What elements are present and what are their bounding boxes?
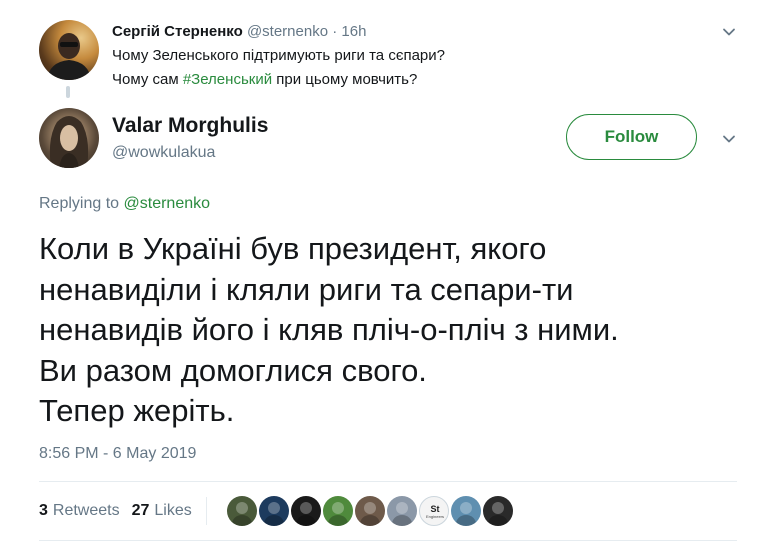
liker-avatar[interactable] — [227, 496, 257, 526]
retweets-stat[interactable]: 3 Retweets — [39, 502, 120, 520]
parent-time[interactable]: 16h — [341, 23, 366, 40]
parent-avatar[interactable] — [39, 20, 99, 80]
parent-separator: · — [332, 23, 338, 40]
replying-to: Replying to @sternenko — [39, 193, 210, 215]
liker-avatar[interactable] — [355, 496, 385, 526]
parent-text-line: Чому Зеленського підтримують риги та сєп… — [112, 47, 445, 64]
retweets-count: 3 — [39, 502, 48, 519]
parent-display-name[interactable]: Сергій Стерненко — [112, 23, 243, 40]
tweet-text-line: ненавидів його і кляв пліч-о-пліч з ними… — [39, 312, 619, 347]
tweet-more-chevron-icon[interactable] — [722, 132, 736, 146]
liker-avatar-photo — [487, 502, 509, 526]
author-avatar[interactable] — [39, 108, 99, 168]
divider — [39, 540, 737, 541]
divider — [39, 481, 737, 482]
follow-button[interactable]: Follow — [566, 114, 697, 160]
author-handle[interactable]: @wowkulakua — [112, 143, 215, 163]
tweet-text-line: Коли в Україні був президент, якого — [39, 231, 547, 266]
author-display-name[interactable]: Valar Morghulis — [112, 112, 268, 140]
liker-avatar-photo — [231, 502, 253, 526]
replying-prefix: Replying to — [39, 195, 124, 212]
liker-avatar-photo — [295, 502, 317, 526]
author-avatar-photo — [49, 116, 89, 168]
liker-avatar-photo — [327, 502, 349, 526]
likes-stat[interactable]: 27 Likes — [132, 502, 192, 520]
likes-count: 27 — [131, 502, 150, 519]
stats-divider — [205, 497, 207, 525]
liker-logo: St Engineers — [420, 497, 448, 525]
parent-avatar-photo — [47, 33, 91, 80]
liker-avatar[interactable] — [291, 496, 321, 526]
tweet-text-line: Тепер жеріть. — [39, 393, 235, 428]
parent-tweet-text: Чому Зеленського підтримують риги та сєп… — [112, 44, 672, 92]
liker-avatar[interactable] — [259, 496, 289, 526]
tweet-stats: 3 Retweets 27 Likes — [39, 497, 221, 525]
tweet-text: Коли в Україні був президент, якого нена… — [39, 229, 729, 432]
liker-avatar[interactable] — [387, 496, 417, 526]
tweet-text-line: ненавиділи і кляли риги та сепари-ти — [39, 271, 574, 307]
tweet-text-line: Ви разом домоглися свого. — [39, 352, 427, 388]
parent-text-line: Чому сам #Зеленський при цьому мовчить? — [112, 68, 672, 92]
replying-handle-link[interactable]: @sternenko — [124, 195, 211, 212]
retweets-label: Retweets — [52, 502, 120, 519]
liker-avatar[interactable] — [483, 496, 513, 526]
thread-connector — [66, 86, 70, 98]
liker-avatar-photo — [359, 502, 381, 526]
parent-text-prefix: Чому сам — [112, 71, 183, 88]
parent-handle[interactable]: @sternenko — [247, 23, 328, 40]
likes-label: Likes — [154, 502, 192, 519]
parent-tweet: Сергій Стерненко @sternenko · 16h Чому З… — [0, 0, 761, 108]
likers-avatars: St Engineers — [227, 496, 515, 526]
parent-text-suffix: при цьому мовчить? — [272, 71, 418, 88]
parent-header: Сергій Стерненко @sternenko · 16h — [112, 22, 366, 42]
liker-avatar-photo — [391, 502, 413, 526]
tweet-timestamp[interactable]: 8:56 PM - 6 May 2019 — [39, 443, 196, 465]
liker-avatar[interactable] — [323, 496, 353, 526]
liker-avatar-photo — [263, 502, 285, 526]
liker-logo-text: St — [430, 504, 440, 514]
liker-logo-subtext: Engineers — [425, 514, 444, 519]
liker-avatar[interactable]: St Engineers — [419, 496, 449, 526]
hashtag-link[interactable]: #Зеленський — [183, 71, 272, 88]
parent-more-chevron-icon[interactable] — [722, 25, 736, 39]
liker-avatar[interactable] — [451, 496, 481, 526]
liker-avatar-photo — [455, 502, 477, 526]
